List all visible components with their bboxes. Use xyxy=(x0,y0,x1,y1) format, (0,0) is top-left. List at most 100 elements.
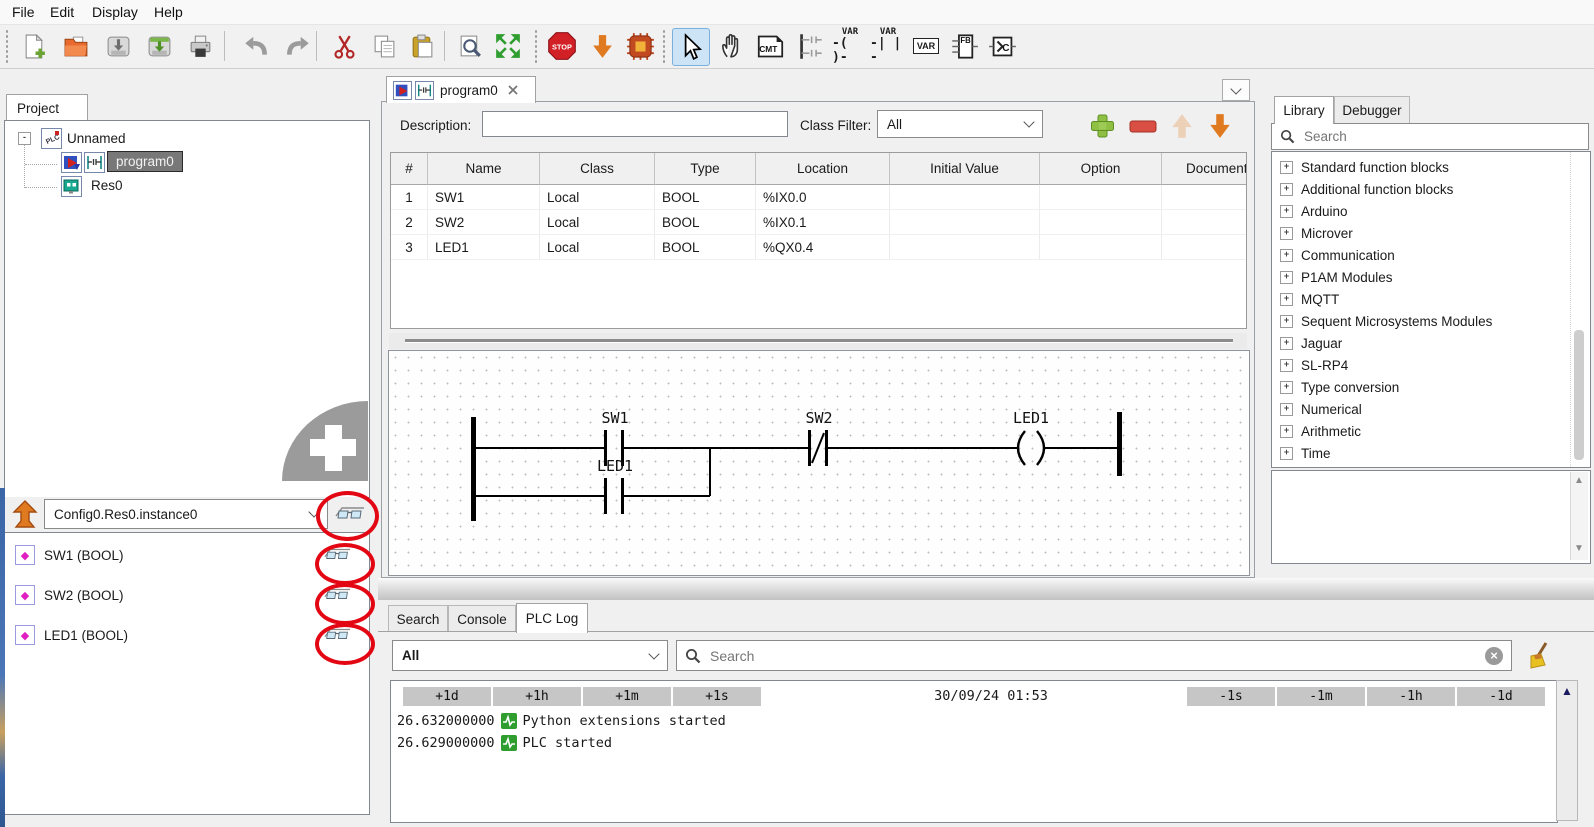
contact-tool-icon[interactable]: VAR ‑| |‑ xyxy=(870,27,906,64)
table-cell[interactable]: %IX0.1 xyxy=(756,210,890,235)
debug-variable-row[interactable]: ◆ LED1 (BOOL) xyxy=(15,625,359,645)
library-item[interactable]: + Standard function blocks xyxy=(1272,156,1590,178)
table-cell[interactable] xyxy=(1040,235,1162,260)
column-header[interactable]: Name xyxy=(428,153,540,185)
coil-led1[interactable]: LED1 xyxy=(1013,409,1049,466)
delete-variable-button[interactable] xyxy=(1128,120,1158,136)
tab-search[interactable]: Search xyxy=(388,605,448,633)
instance-path-combobox[interactable]: Config0.Res0.instance0 xyxy=(44,499,328,529)
expand-icon[interactable]: + xyxy=(1280,248,1293,262)
library-scrollbar-thumb[interactable] xyxy=(1574,330,1584,460)
tab-plc-log[interactable]: PLC Log xyxy=(516,603,588,633)
table-cell[interactable]: BOOL xyxy=(655,185,756,210)
menu-help[interactable]: Help xyxy=(150,3,187,21)
log-minus-1m-button[interactable]: -1m xyxy=(1277,687,1365,706)
stop-icon[interactable]: STOP xyxy=(544,28,580,64)
expand-icon[interactable]: + xyxy=(1280,292,1293,306)
paste-icon[interactable] xyxy=(404,28,440,64)
power-rail-tool-icon[interactable] xyxy=(792,28,828,64)
contact-led1-parallel[interactable]: LED1 xyxy=(597,457,633,514)
log-scrollbar[interactable]: ▲ xyxy=(1556,680,1578,821)
library-item[interactable]: + SL-RP4 xyxy=(1272,354,1590,376)
table-cell[interactable] xyxy=(1162,185,1246,210)
expand-icon[interactable]: + xyxy=(1280,424,1293,438)
scroll-up-icon[interactable]: ▲ xyxy=(1574,476,1584,486)
column-header[interactable]: Initial Value xyxy=(890,153,1040,185)
editor-splitter[interactable] xyxy=(389,333,1247,349)
library-item[interactable]: + Arduino xyxy=(1272,200,1590,222)
library-search-box[interactable] xyxy=(1271,123,1589,150)
code-block-tool-icon[interactable]: C xyxy=(984,28,1020,64)
function-block-tool-icon[interactable]: FB xyxy=(946,28,982,64)
expand-icon[interactable]: + xyxy=(1280,182,1293,196)
right-power-rail[interactable] xyxy=(1117,412,1122,476)
table-cell[interactable]: %IX0.0 xyxy=(756,185,890,210)
log-level-combobox[interactable]: All xyxy=(392,640,668,671)
move-variable-down-button[interactable] xyxy=(1206,112,1234,143)
table-cell[interactable]: BOOL xyxy=(655,210,756,235)
table-cell[interactable] xyxy=(1162,210,1246,235)
save-as-icon[interactable] xyxy=(141,28,177,64)
save-icon[interactable] xyxy=(100,28,136,64)
library-item[interactable]: + Numerical xyxy=(1272,398,1590,420)
log-search-box[interactable]: × xyxy=(676,640,1512,671)
library-item[interactable]: + MQTT xyxy=(1272,288,1590,310)
description-input[interactable] xyxy=(482,111,788,137)
copy-icon[interactable] xyxy=(366,28,402,64)
log-entry[interactable]: 26.629000000 PLC started xyxy=(397,733,612,753)
column-header[interactable]: Documentation xyxy=(1162,153,1246,185)
tab-list-dropdown-button[interactable] xyxy=(1222,79,1250,101)
expand-icon[interactable]: + xyxy=(1280,402,1293,416)
cut-icon[interactable] xyxy=(326,28,362,64)
expand-icon[interactable]: + xyxy=(1280,270,1293,284)
log-minus-1s-button[interactable]: -1s xyxy=(1187,687,1275,706)
clear-search-icon[interactable]: × xyxy=(1485,646,1503,665)
tab-program0[interactable]: program0 xyxy=(386,76,536,103)
log-minus-1d-button[interactable]: -1d xyxy=(1457,687,1545,706)
log-plus-1h-button[interactable]: +1h xyxy=(493,687,581,706)
add-variable-button[interactable] xyxy=(1088,113,1118,142)
run-icon[interactable] xyxy=(622,28,658,64)
column-header[interactable]: # xyxy=(391,153,428,185)
log-plus-1s-button[interactable]: +1s xyxy=(673,687,761,706)
table-cell[interactable]: Local xyxy=(540,210,655,235)
library-item[interactable]: + Jaguar xyxy=(1272,332,1590,354)
left-power-rail[interactable] xyxy=(471,417,476,521)
tab-project[interactable]: Project xyxy=(6,94,88,122)
motion-tool-icon[interactable] xyxy=(714,28,750,64)
library-item[interactable]: + Sequent Microsystems Modules xyxy=(1272,310,1590,332)
tree-collapse-box[interactable]: - xyxy=(18,132,31,145)
close-tab-icon[interactable] xyxy=(508,83,518,98)
scroll-down-icon[interactable]: ▼ xyxy=(1574,544,1584,554)
debug-variable-row[interactable]: ◆ SW2 (BOOL) xyxy=(15,585,359,605)
column-header[interactable]: Location xyxy=(756,153,890,185)
class-filter-combobox[interactable]: All xyxy=(877,110,1043,138)
parent-instance-icon[interactable] xyxy=(12,500,38,528)
column-header[interactable]: Type xyxy=(655,153,756,185)
table-cell[interactable]: SW1 xyxy=(428,185,540,210)
table-cell[interactable]: Local xyxy=(540,185,655,210)
expand-icon[interactable]: + xyxy=(1280,314,1293,328)
library-item[interactable]: + P1AM Modules xyxy=(1272,266,1590,288)
expand-icon[interactable]: + xyxy=(1280,380,1293,394)
library-item[interactable]: + Type conversion xyxy=(1272,376,1590,398)
tab-debugger[interactable]: Debugger xyxy=(1334,96,1410,124)
library-search-input[interactable] xyxy=(1302,128,1588,145)
coil-tool-icon[interactable]: VAR ‑( )‑ xyxy=(832,27,868,64)
table-cell[interactable] xyxy=(890,185,1040,210)
toolbar-gripper[interactable] xyxy=(662,29,666,63)
table-cell[interactable]: SW2 xyxy=(428,210,540,235)
contact-sw2-negated[interactable]: SW2 xyxy=(805,409,833,466)
table-cell[interactable]: %QX0.4 xyxy=(756,235,890,260)
move-variable-up-button[interactable] xyxy=(1168,112,1196,143)
table-cell[interactable]: BOOL xyxy=(655,235,756,260)
variable-tool-icon[interactable]: VAR xyxy=(908,28,944,64)
debug-variable-row[interactable]: ◆ SW1 (BOOL) xyxy=(15,545,359,565)
table-cell[interactable]: LED1 xyxy=(428,235,540,260)
new-file-icon[interactable] xyxy=(16,28,52,64)
library-item[interactable]: + Time xyxy=(1272,442,1590,464)
log-entry[interactable]: 26.632000000 Python extensions started xyxy=(397,711,726,731)
expand-icon[interactable]: + xyxy=(1280,160,1293,174)
table-cell[interactable]: 3 xyxy=(391,235,428,260)
tree-item-res0[interactable]: Res0 xyxy=(91,178,123,193)
